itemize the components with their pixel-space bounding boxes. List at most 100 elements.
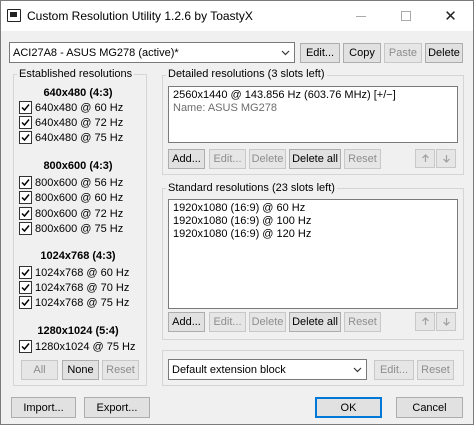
- checkbox[interactable]: [19, 116, 32, 129]
- extension-block-select[interactable]: Default extension block: [168, 359, 367, 380]
- checkbox-label: 1280x1024 @ 75 Hz: [35, 340, 136, 353]
- checkbox-800x600-72[interactable]: 800x600 @ 72 Hz: [19, 206, 123, 221]
- section-header-640x480: 640x480 (4:3): [43, 87, 113, 99]
- title-bar: Custom Resolution Utility 1.2.6 by Toast…: [1, 1, 473, 31]
- arrow-up-icon: [421, 317, 429, 325]
- checkbox[interactable]: [19, 207, 32, 220]
- ok-button[interactable]: OK: [315, 397, 382, 418]
- delete-monitor-button[interactable]: Delete: [425, 43, 463, 63]
- checkbox-800x600-75[interactable]: 800x600 @ 75 Hz: [19, 221, 123, 236]
- standard-move-down-button[interactable]: [436, 312, 456, 331]
- checkbox-label: 1024x768 @ 70 Hz: [35, 281, 130, 294]
- close-icon: ✕: [444, 8, 457, 25]
- standard-resolutions-title: Standard resolutions (23 slots left): [166, 182, 337, 194]
- edit-monitor-button[interactable]: Edit...: [300, 43, 340, 63]
- checkbox-640x480-60[interactable]: 640x480 @ 60 Hz: [19, 100, 123, 115]
- checkbox[interactable]: [19, 222, 32, 235]
- extension-reset-button[interactable]: Reset: [417, 360, 454, 380]
- extension-block-value: Default extension block: [172, 363, 286, 376]
- checkbox[interactable]: [19, 281, 32, 294]
- chevron-down-icon: [353, 367, 362, 373]
- all-button[interactable]: All: [21, 360, 58, 380]
- checkbox-1024x768-75[interactable]: 1024x768 @ 75 Hz: [19, 295, 129, 310]
- standard-add-button[interactable]: Add...: [168, 312, 205, 332]
- checkbox-1280x1024-75[interactable]: 1280x1024 @ 75 Hz: [19, 339, 135, 354]
- checkbox-label: 1024x768 @ 60 Hz: [35, 266, 130, 279]
- list-item[interactable]: 1920x1080 (16:9) @ 100 Hz: [173, 215, 453, 228]
- minimize-icon: [355, 15, 366, 17]
- check-icon: [21, 225, 30, 233]
- checkbox[interactable]: [19, 131, 32, 144]
- section-header-1024x768: 1024x768 (4:3): [40, 250, 116, 262]
- detailed-add-button[interactable]: Add...: [168, 149, 205, 169]
- checkbox[interactable]: [19, 191, 32, 204]
- standard-move-up-button[interactable]: [415, 312, 435, 331]
- monitor-select-value: ACI27A8 - ASUS MG278 (active)*: [13, 46, 179, 59]
- app-window: Custom Resolution Utility 1.2.6 by Toast…: [0, 0, 474, 425]
- close-button[interactable]: ✕: [428, 1, 473, 31]
- none-button[interactable]: None: [62, 360, 99, 380]
- standard-resolutions-list[interactable]: 1920x1080 (16:9) @ 60 Hz 1920x1080 (16:9…: [168, 199, 458, 309]
- check-icon: [21, 104, 30, 112]
- detailed-resolutions-title: Detailed resolutions (3 slots left): [166, 68, 327, 80]
- maximize-button[interactable]: [383, 1, 428, 31]
- list-item[interactable]: 1920x1080 (16:9) @ 120 Hz: [173, 228, 453, 241]
- check-icon: [21, 119, 30, 127]
- list-item-name[interactable]: Name: ASUS MG278: [173, 102, 453, 115]
- checkbox-label: 800x600 @ 72 Hz: [35, 207, 124, 220]
- standard-edit-button[interactable]: Edit...: [209, 312, 246, 332]
- checkbox-800x600-60[interactable]: 800x600 @ 60 Hz: [19, 190, 123, 205]
- standard-delete-button[interactable]: Delete: [249, 312, 286, 332]
- arrow-down-icon: [442, 318, 450, 326]
- extension-edit-button[interactable]: Edit...: [374, 360, 414, 380]
- check-icon: [21, 194, 30, 202]
- standard-delete-all-button[interactable]: Delete all: [289, 312, 341, 332]
- checkbox-label: 640x480 @ 75 Hz: [35, 131, 124, 144]
- detailed-delete-button[interactable]: Delete: [249, 149, 286, 169]
- detailed-resolutions-list[interactable]: 2560x1440 @ 143.856 Hz (603.76 MHz) [+/−…: [168, 86, 458, 143]
- monitor-select[interactable]: ACI27A8 - ASUS MG278 (active)*: [9, 42, 295, 63]
- import-button[interactable]: Import...: [11, 397, 76, 418]
- arrow-up-icon: [421, 154, 429, 162]
- check-icon: [21, 284, 30, 292]
- window-title: Custom Resolution Utility 1.2.6 by Toast…: [27, 9, 253, 23]
- check-icon: [21, 269, 30, 277]
- established-reset-button[interactable]: Reset: [102, 360, 139, 380]
- checkbox[interactable]: [19, 296, 32, 309]
- maximize-icon: [400, 11, 411, 21]
- cancel-button[interactable]: Cancel: [396, 397, 463, 418]
- checkbox-640x480-72[interactable]: 640x480 @ 72 Hz: [19, 115, 123, 130]
- list-item[interactable]: 2560x1440 @ 143.856 Hz (603.76 MHz) [+/−…: [173, 89, 453, 102]
- paste-button[interactable]: Paste: [384, 43, 422, 63]
- check-icon: [21, 134, 30, 142]
- list-item[interactable]: 1920x1080 (16:9) @ 60 Hz: [173, 202, 453, 215]
- check-icon: [21, 343, 30, 351]
- check-icon: [21, 179, 30, 187]
- checkbox-800x600-56[interactable]: 800x600 @ 56 Hz: [19, 175, 123, 190]
- minimize-button[interactable]: [338, 1, 383, 31]
- checkbox-label: 640x480 @ 60 Hz: [35, 101, 124, 114]
- detailed-move-down-button[interactable]: [436, 149, 456, 168]
- detailed-move-up-button[interactable]: [415, 149, 435, 168]
- detailed-delete-all-button[interactable]: Delete all: [289, 149, 341, 169]
- established-resolutions-title: Established resolutions: [17, 68, 135, 80]
- checkbox-1024x768-60[interactable]: 1024x768 @ 60 Hz: [19, 265, 129, 280]
- section-header-800x600: 800x600 (4:3): [43, 160, 113, 172]
- export-button[interactable]: Export...: [84, 397, 150, 418]
- standard-reset-button[interactable]: Reset: [344, 312, 381, 332]
- checkbox-640x480-75[interactable]: 640x480 @ 75 Hz: [19, 130, 123, 145]
- checkbox-label: 800x600 @ 60 Hz: [35, 191, 124, 204]
- checkbox-label: 640x480 @ 72 Hz: [35, 116, 124, 129]
- check-icon: [21, 210, 30, 218]
- detailed-reset-button[interactable]: Reset: [344, 149, 381, 169]
- checkbox-label: 800x600 @ 75 Hz: [35, 222, 124, 235]
- checkbox-label: 1024x768 @ 75 Hz: [35, 296, 130, 309]
- checkbox[interactable]: [19, 101, 32, 114]
- checkbox[interactable]: [19, 176, 32, 189]
- copy-button[interactable]: Copy: [343, 43, 381, 63]
- checkbox-1024x768-70[interactable]: 1024x768 @ 70 Hz: [19, 280, 129, 295]
- detailed-edit-button[interactable]: Edit...: [209, 149, 246, 169]
- checkbox[interactable]: [19, 266, 32, 279]
- check-icon: [21, 299, 30, 307]
- checkbox[interactable]: [19, 340, 32, 353]
